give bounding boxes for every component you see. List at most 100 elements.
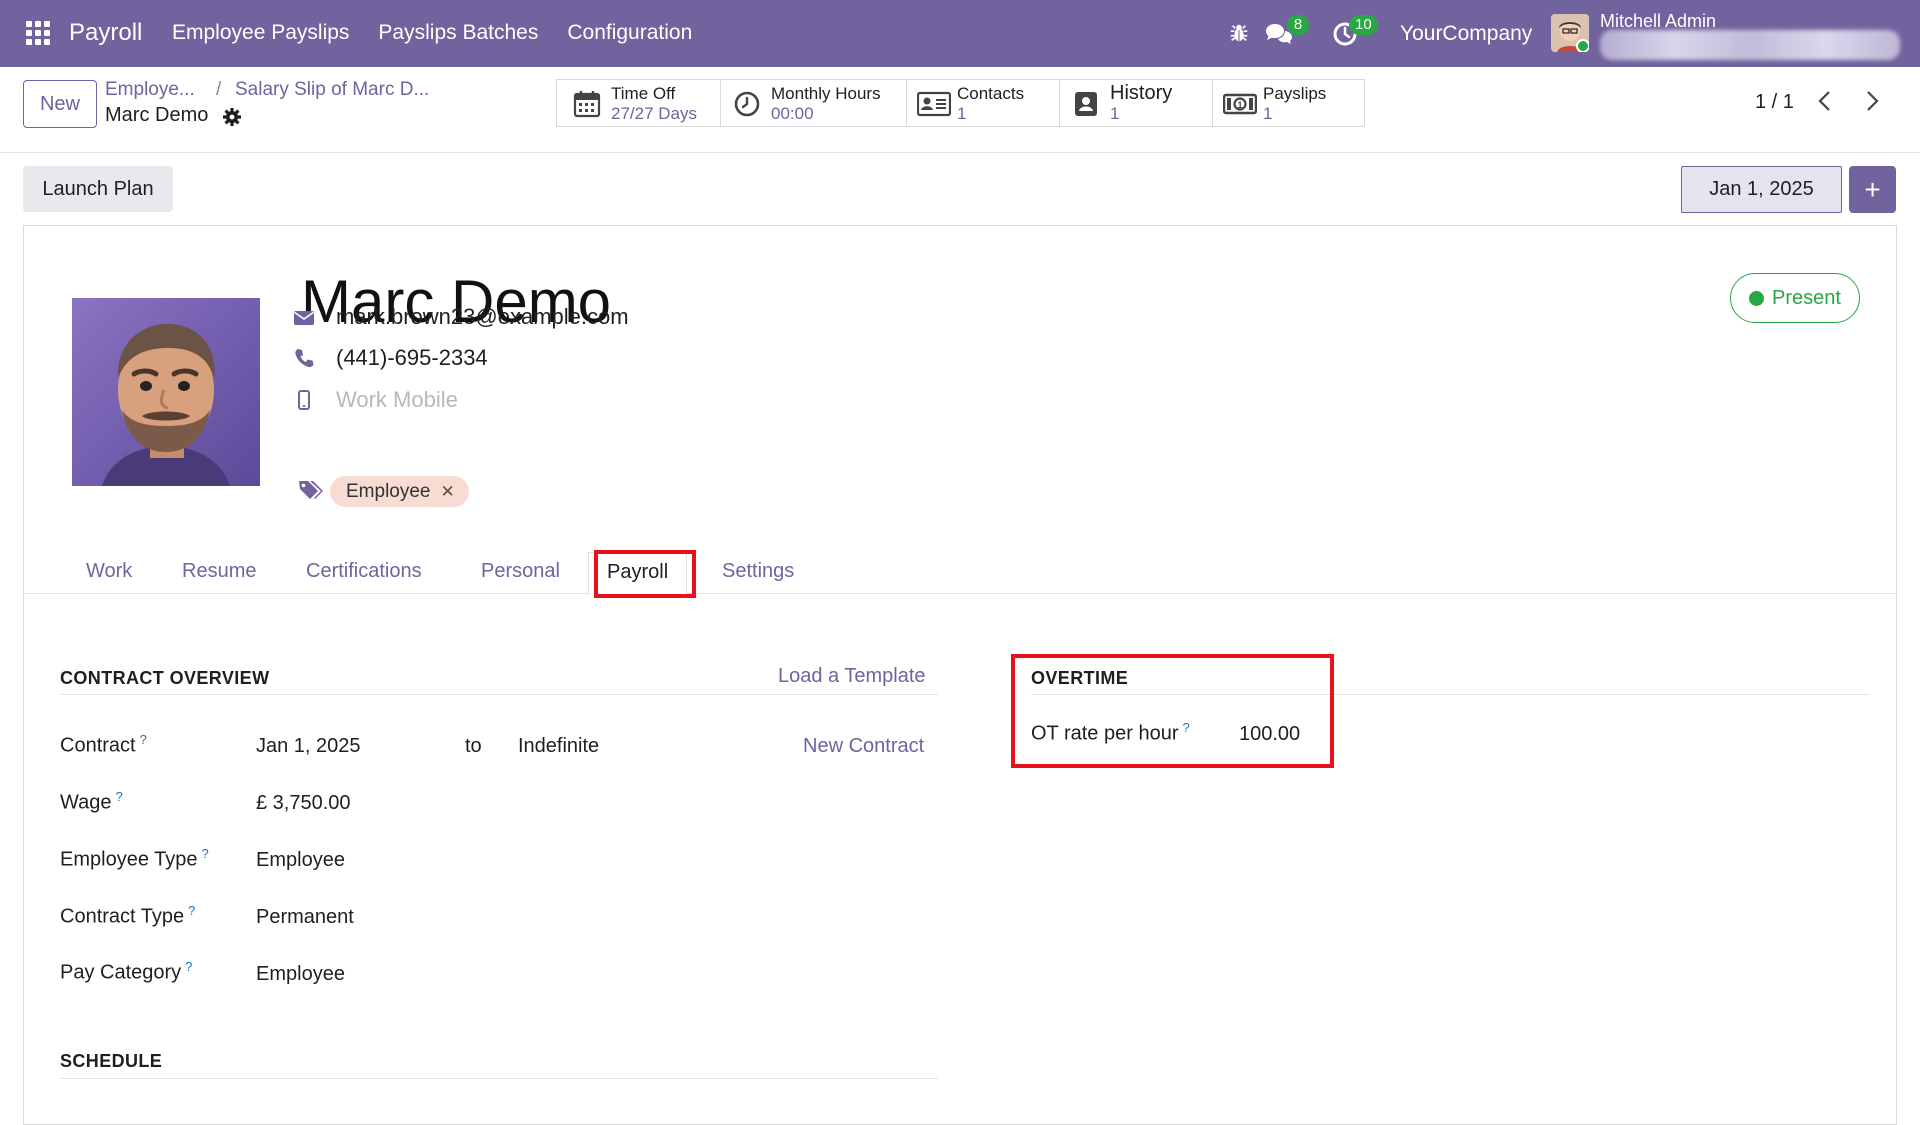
load-template-link[interactable]: Load a Template bbox=[778, 665, 926, 688]
main-menu: Employee Payslips Payslips Batches Confi… bbox=[172, 21, 692, 45]
form-tabs: Work Resume Certifications Personal Payr… bbox=[24, 552, 1896, 595]
remove-tag-icon[interactable]: ✕ bbox=[441, 482, 455, 502]
employee-email[interactable]: mark.brown23@example.com bbox=[336, 304, 629, 330]
time-off-title: Time Off bbox=[611, 84, 676, 103]
new-contract-link[interactable]: New Contract bbox=[803, 735, 924, 758]
tab-resume[interactable]: Resume bbox=[182, 560, 256, 583]
contract-overview-divider bbox=[60, 694, 938, 695]
user-avatar[interactable] bbox=[1551, 14, 1589, 52]
money-icon: 1 bbox=[1223, 93, 1257, 115]
user-name[interactable]: Mitchell Admin bbox=[1600, 11, 1716, 32]
menu-payslips-batches[interactable]: Payslips Batches bbox=[378, 21, 538, 45]
monthly-hours-title: Monthly Hours bbox=[771, 84, 881, 103]
online-status-dot bbox=[1576, 39, 1589, 52]
presence-status-badge: Present bbox=[1730, 273, 1860, 323]
wage-value[interactable]: £ 3,750.00 bbox=[256, 792, 351, 815]
user-info-blurred bbox=[1600, 30, 1900, 60]
contacts-value: 1 bbox=[957, 104, 967, 123]
contract-end-date[interactable]: Indefinite bbox=[518, 735, 599, 758]
employee-type-label-text: Employee Type bbox=[60, 848, 198, 871]
breadcrumb-current: Marc Demo bbox=[105, 104, 209, 126]
smart-button-monthly-hours[interactable]: Monthly Hours 00:00 bbox=[720, 79, 907, 127]
contract-label-text: Contract bbox=[60, 734, 136, 757]
employee-form-sheet: Marc Demo mark.brown23@example.com (441)… bbox=[23, 225, 1897, 1125]
contract-overview-title: CONTRACT OVERVIEW bbox=[60, 668, 270, 688]
contract-type-label-text: Contract Type bbox=[60, 905, 185, 928]
tags-icon bbox=[299, 481, 323, 499]
employee-type-help-icon[interactable]: ? bbox=[202, 846, 209, 861]
breadcrumb-separator: / bbox=[216, 79, 222, 100]
payroll-tab-highlight bbox=[594, 550, 696, 598]
time-off-value: 27/27 Days bbox=[611, 104, 697, 123]
smart-button-payslips[interactable]: 1 Payslips 1 bbox=[1212, 79, 1365, 127]
presence-status-label: Present bbox=[1772, 286, 1841, 309]
control-panel: New Employe... / Salary Slip of Marc D..… bbox=[0, 67, 1920, 153]
employee-tag-label: Employee bbox=[346, 480, 431, 502]
chevron-left-icon[interactable] bbox=[1815, 89, 1835, 113]
email-row: mark.brown23@example.com bbox=[293, 303, 629, 331]
schedule-title: SCHEDULE bbox=[60, 1051, 163, 1071]
calendar-icon bbox=[573, 91, 601, 118]
debug-bug-icon[interactable] bbox=[1228, 22, 1250, 44]
svg-text:1: 1 bbox=[1237, 100, 1242, 110]
wage-label-text: Wage bbox=[60, 791, 112, 814]
pay-category-label-text: Pay Category bbox=[60, 961, 182, 984]
employee-avatar-illustration bbox=[72, 298, 260, 486]
envelope-icon bbox=[293, 311, 315, 325]
tab-work[interactable]: Work bbox=[86, 560, 132, 583]
contract-to-label: to bbox=[465, 735, 482, 757]
pay-category-help-icon[interactable]: ? bbox=[185, 959, 192, 974]
tab-certifications[interactable]: Certifications bbox=[306, 560, 422, 583]
pager-counter[interactable]: 1 / 1 bbox=[1755, 91, 1794, 114]
tab-settings[interactable]: Settings bbox=[722, 560, 794, 583]
menu-configuration[interactable]: Configuration bbox=[567, 21, 692, 45]
apps-grid-icon[interactable] bbox=[26, 21, 50, 45]
chat-count-badge: 8 bbox=[1287, 15, 1309, 35]
contacts-title: Contacts bbox=[957, 84, 1025, 103]
contract-help-icon[interactable]: ? bbox=[140, 732, 147, 747]
history-value: 1 bbox=[1110, 104, 1120, 123]
payslips-value: 1 bbox=[1263, 104, 1273, 123]
presence-dot-icon bbox=[1749, 290, 1765, 306]
menu-employee-payslips[interactable]: Employee Payslips bbox=[172, 21, 349, 45]
smart-button-history[interactable]: History 1 bbox=[1059, 79, 1213, 127]
history-icon bbox=[1075, 92, 1097, 116]
schedule-divider bbox=[60, 1078, 938, 1079]
gear-icon[interactable] bbox=[222, 107, 242, 127]
app-name[interactable]: Payroll bbox=[69, 19, 142, 47]
employee-type-value[interactable]: Employee bbox=[256, 849, 345, 872]
wage-label: Wage? bbox=[60, 789, 123, 815]
wage-help-icon[interactable]: ? bbox=[116, 789, 123, 804]
company-switcher[interactable]: YourCompany bbox=[1400, 22, 1532, 46]
work-mobile-input[interactable]: Work Mobile bbox=[336, 387, 458, 413]
contract-type-help-icon[interactable]: ? bbox=[188, 903, 195, 918]
employee-type-label: Employee Type? bbox=[60, 846, 209, 872]
mobile-row: Work Mobile bbox=[298, 386, 458, 414]
launch-plan-button[interactable]: Launch Plan bbox=[23, 166, 173, 212]
add-plus-button[interactable]: + bbox=[1849, 166, 1896, 213]
chevron-right-icon[interactable] bbox=[1862, 89, 1882, 113]
contract-date-status[interactable]: Jan 1, 2025 bbox=[1681, 166, 1842, 213]
employee-phone[interactable]: (441)-695-2334 bbox=[336, 345, 488, 371]
phone-row: (441)-695-2334 bbox=[295, 344, 488, 372]
breadcrumb-employees[interactable]: Employe... bbox=[105, 79, 195, 101]
pay-category-value[interactable]: Employee bbox=[256, 963, 345, 986]
contact-card-icon bbox=[917, 91, 951, 117]
tab-personal[interactable]: Personal bbox=[481, 560, 560, 583]
breadcrumb-salary-slip[interactable]: Salary Slip of Marc D... bbox=[235, 79, 429, 101]
clock-icon bbox=[734, 91, 760, 117]
smart-button-contacts[interactable]: Contacts 1 bbox=[906, 79, 1060, 127]
employee-tag[interactable]: Employee ✕ bbox=[330, 476, 469, 507]
phone-icon bbox=[295, 349, 314, 368]
smart-button-time-off[interactable]: Time Off 27/27 Days bbox=[556, 79, 721, 127]
employee-photo[interactable] bbox=[72, 298, 260, 486]
monthly-hours-value: 00:00 bbox=[771, 104, 814, 123]
pay-category-label: Pay Category? bbox=[60, 959, 192, 985]
new-button[interactable]: New bbox=[23, 80, 97, 128]
contract-label: Contract? bbox=[60, 732, 147, 758]
activity-count-badge: 10 bbox=[1349, 15, 1378, 35]
contract-type-value[interactable]: Permanent bbox=[256, 906, 354, 929]
top-navbar: Payroll Employee Payslips Payslips Batch… bbox=[0, 0, 1920, 67]
contract-start-date[interactable]: Jan 1, 2025 bbox=[256, 735, 361, 758]
mobile-phone-icon bbox=[298, 390, 310, 410]
